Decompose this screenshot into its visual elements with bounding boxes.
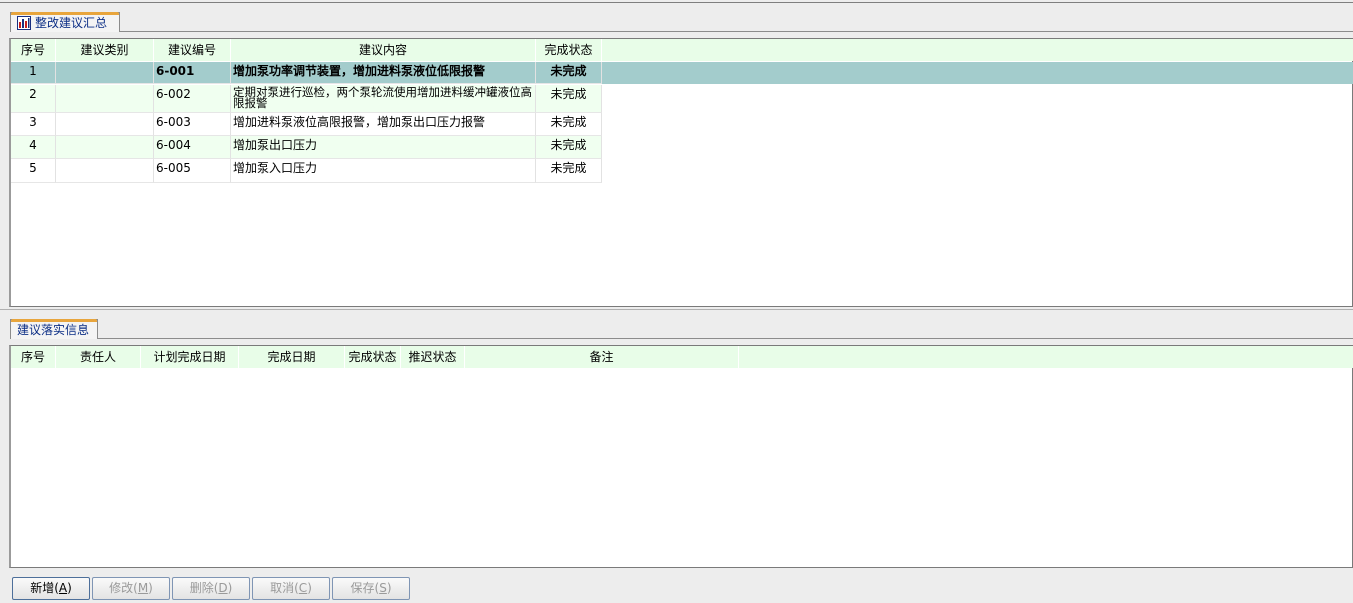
cell-code: 6-001 xyxy=(154,62,231,84)
tab-summary-label: 整改建议汇总 xyxy=(35,16,108,30)
summary-header-row: 序号 建议类别 建议编号 建议内容 完成状态 xyxy=(11,39,1353,61)
table-row[interactable]: 3 6-003 增加进料泵液位高限报警，增加泵出口压力报警 未完成 xyxy=(11,113,602,136)
cell-status: 未完成 xyxy=(536,113,602,136)
col-header-owner[interactable]: 责任人 xyxy=(56,346,141,368)
cancel-button-label: 取消( xyxy=(270,581,299,595)
col-header-remark[interactable]: 备注 xyxy=(465,346,739,368)
cell-seq: 3 xyxy=(11,113,56,136)
col-header-content[interactable]: 建议内容 xyxy=(231,39,536,61)
tab-detail[interactable]: 建议落实信息 xyxy=(10,319,98,339)
table-row[interactable]: 2 6-002 定期对泵进行巡检，两个泵轮流使用增加进料缓冲罐液位高限报警 未完… xyxy=(11,85,602,113)
add-button[interactable]: 新增(A) xyxy=(12,577,90,600)
table-row[interactable]: 1 6-001 增加泵功率调节装置，增加进料泵液位低限报警 未完成 xyxy=(11,62,1353,84)
col-header-planned-date[interactable]: 计划完成日期 xyxy=(141,346,239,368)
cell-seq: 4 xyxy=(11,136,56,159)
col-header-finish-date[interactable]: 完成日期 xyxy=(239,346,345,368)
delete-button-label: 删除( xyxy=(189,581,219,595)
cell-status: 未完成 xyxy=(536,85,602,113)
add-button-suffix: ) xyxy=(67,581,72,595)
cell-content: 定期对泵进行巡检，两个泵轮流使用增加进料缓冲罐液位高限报警 xyxy=(231,85,536,113)
col-header-code[interactable]: 建议编号 xyxy=(154,39,231,61)
cell-status: 未完成 xyxy=(536,136,602,159)
window-frame xyxy=(0,2,1353,3)
detail-grid[interactable]: 序号 责任人 计划完成日期 完成日期 完成状态 推迟状态 备注 xyxy=(9,345,1353,568)
report-grid-icon xyxy=(17,15,31,30)
save-button-suffix: ) xyxy=(386,581,392,595)
col-header-status[interactable]: 完成状态 xyxy=(345,346,401,368)
cell-category xyxy=(56,136,154,159)
save-button-label: 保存( xyxy=(350,581,380,595)
col-header-seq[interactable]: 序号 xyxy=(11,39,56,61)
add-button-key: A xyxy=(58,581,68,595)
cell-status: 未完成 xyxy=(536,62,602,84)
cancel-button[interactable]: 取消(C) xyxy=(252,577,330,600)
delete-button[interactable]: 删除(D) xyxy=(172,577,250,600)
cell-content: 增加进料泵液位高限报警，增加泵出口压力报警 xyxy=(231,113,536,136)
tab-strip-line xyxy=(98,338,1353,339)
cancel-button-key: C xyxy=(298,581,308,595)
splitter[interactable] xyxy=(0,309,1353,310)
col-header-delay[interactable]: 推迟状态 xyxy=(401,346,465,368)
cancel-button-suffix: ) xyxy=(307,581,312,595)
edit-button-suffix: ) xyxy=(148,581,153,595)
cell-status: 未完成 xyxy=(536,159,602,183)
col-header-status[interactable]: 完成状态 xyxy=(536,39,602,61)
tab-strip-line xyxy=(120,31,1353,32)
tab-detail-label: 建议落实信息 xyxy=(17,323,90,337)
cell-category xyxy=(56,159,154,183)
cell-code: 6-003 xyxy=(154,113,231,136)
delete-button-key: D xyxy=(218,581,228,595)
summary-grid[interactable]: 序号 建议类别 建议编号 建议内容 完成状态 1 6-001 增加泵功率调节装置… xyxy=(9,38,1353,307)
cell-code: 6-005 xyxy=(154,159,231,183)
detail-header-row: 序号 责任人 计划完成日期 完成日期 完成状态 推迟状态 备注 xyxy=(11,346,1353,368)
add-button-label: 新增( xyxy=(30,581,59,595)
cell-category xyxy=(56,85,154,113)
cell-content: 增加泵功率调节装置，增加进料泵液位低限报警 xyxy=(231,62,536,84)
edit-button[interactable]: 修改(M) xyxy=(92,577,170,600)
edit-button-key: M xyxy=(137,581,149,595)
table-row[interactable]: 5 6-005 增加泵入口压力 未完成 xyxy=(11,159,602,183)
cell-seq: 2 xyxy=(11,85,56,113)
tab-summary[interactable]: 整改建议汇总 xyxy=(10,12,120,32)
save-button-key: S xyxy=(379,581,387,595)
cell-seq: 5 xyxy=(11,159,56,183)
save-button[interactable]: 保存(S) xyxy=(332,577,410,600)
edit-button-label: 修改( xyxy=(109,581,138,595)
col-header-seq[interactable]: 序号 xyxy=(11,346,56,368)
cell-category xyxy=(56,62,154,84)
cell-code: 6-002 xyxy=(154,85,231,113)
cell-code: 6-004 xyxy=(154,136,231,159)
col-header-category[interactable]: 建议类别 xyxy=(56,39,154,61)
cell-category xyxy=(56,113,154,136)
cell-seq: 1 xyxy=(11,62,56,84)
cell-content: 增加泵入口压力 xyxy=(231,159,536,183)
delete-button-suffix: ) xyxy=(227,581,233,595)
cell-content: 增加泵出口压力 xyxy=(231,136,536,159)
table-row[interactable]: 4 6-004 增加泵出口压力 未完成 xyxy=(11,136,602,159)
